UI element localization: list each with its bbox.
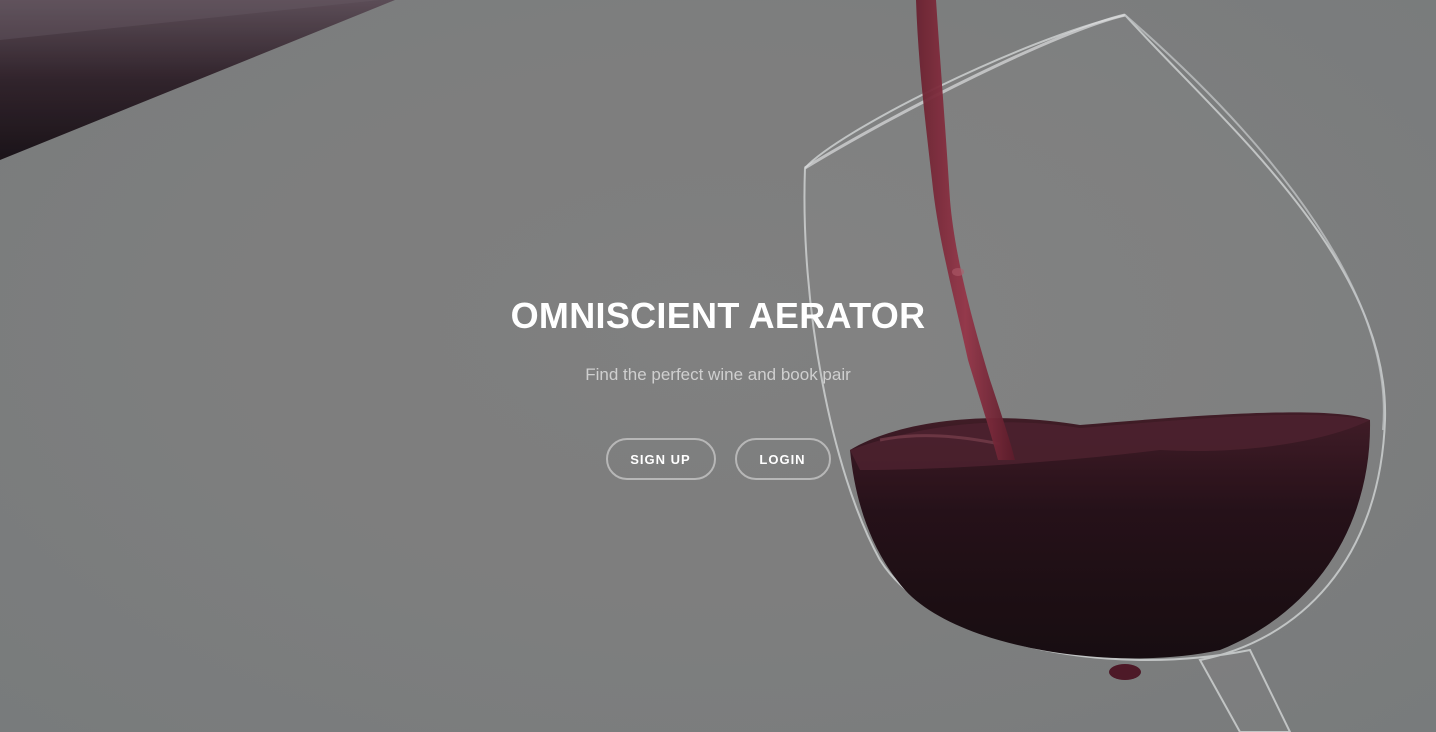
hero-content: OMNISCIENT AERATOR Find the perfect wine…	[0, 290, 1436, 480]
page-subtitle: Find the perfect wine and book pair	[585, 365, 851, 384]
hero-section: OMNISCIENT AERATOR Find the perfect wine…	[0, 0, 1436, 732]
login-button[interactable]: LOGIN	[734, 438, 831, 480]
sign-up-button[interactable]: SIGN UP	[605, 438, 716, 480]
hero-actions: SIGN UP LOGIN	[0, 438, 1436, 480]
page-title: OMNISCIENT AERATOR	[510, 295, 926, 336]
